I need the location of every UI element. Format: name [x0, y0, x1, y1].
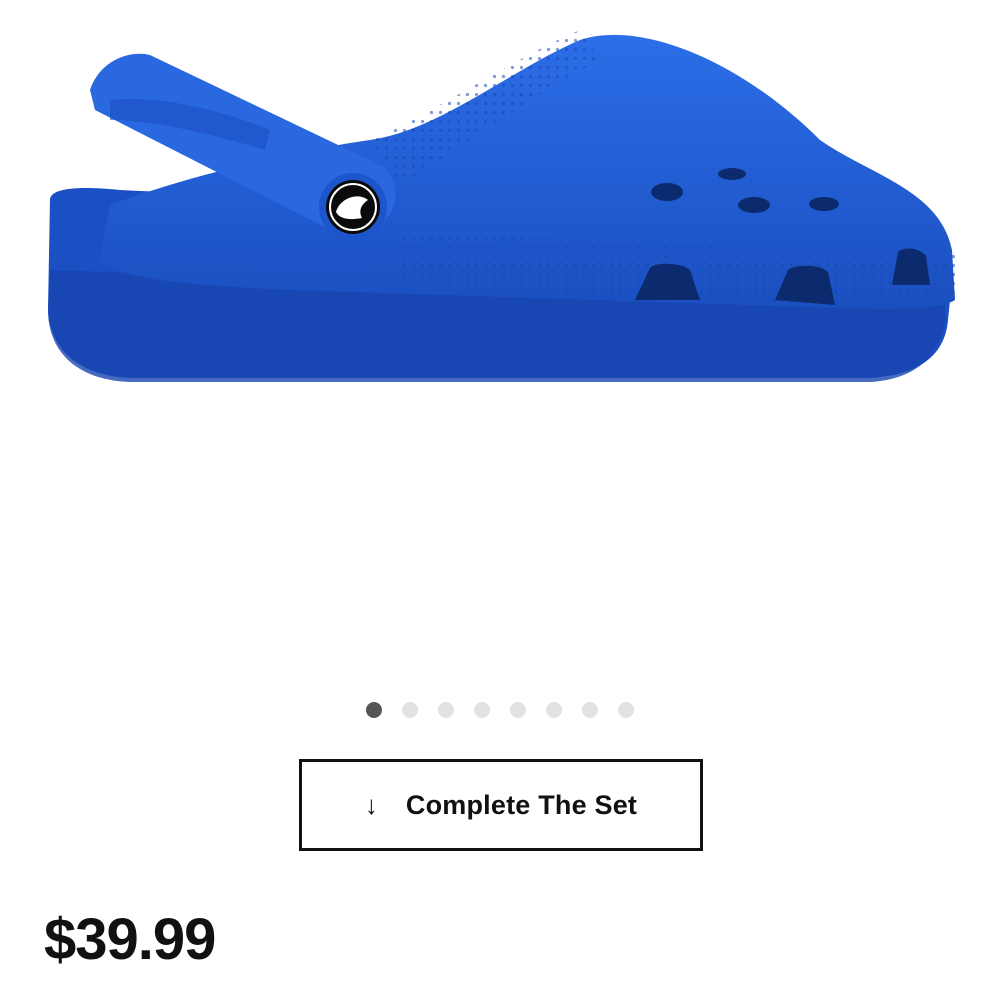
- carousel-dot[interactable]: [510, 702, 526, 718]
- product-price: $39.99: [44, 907, 216, 972]
- product-image: [48, 30, 955, 382]
- carousel-dot[interactable]: [546, 702, 562, 718]
- image-carousel-pagination[interactable]: [366, 702, 634, 718]
- carousel-dot[interactable]: [366, 702, 382, 718]
- complete-the-set-button[interactable]: ↓ Complete The Set: [299, 759, 703, 851]
- carousel-dot[interactable]: [474, 702, 490, 718]
- carousel-dot[interactable]: [582, 702, 598, 718]
- complete-the-set-label: Complete The Set: [405, 789, 638, 820]
- carousel-dot[interactable]: [618, 702, 634, 718]
- arrow-down-icon: ↓: [364, 790, 378, 820]
- carousel-dot[interactable]: [438, 702, 454, 718]
- carousel-dot[interactable]: [402, 702, 418, 718]
